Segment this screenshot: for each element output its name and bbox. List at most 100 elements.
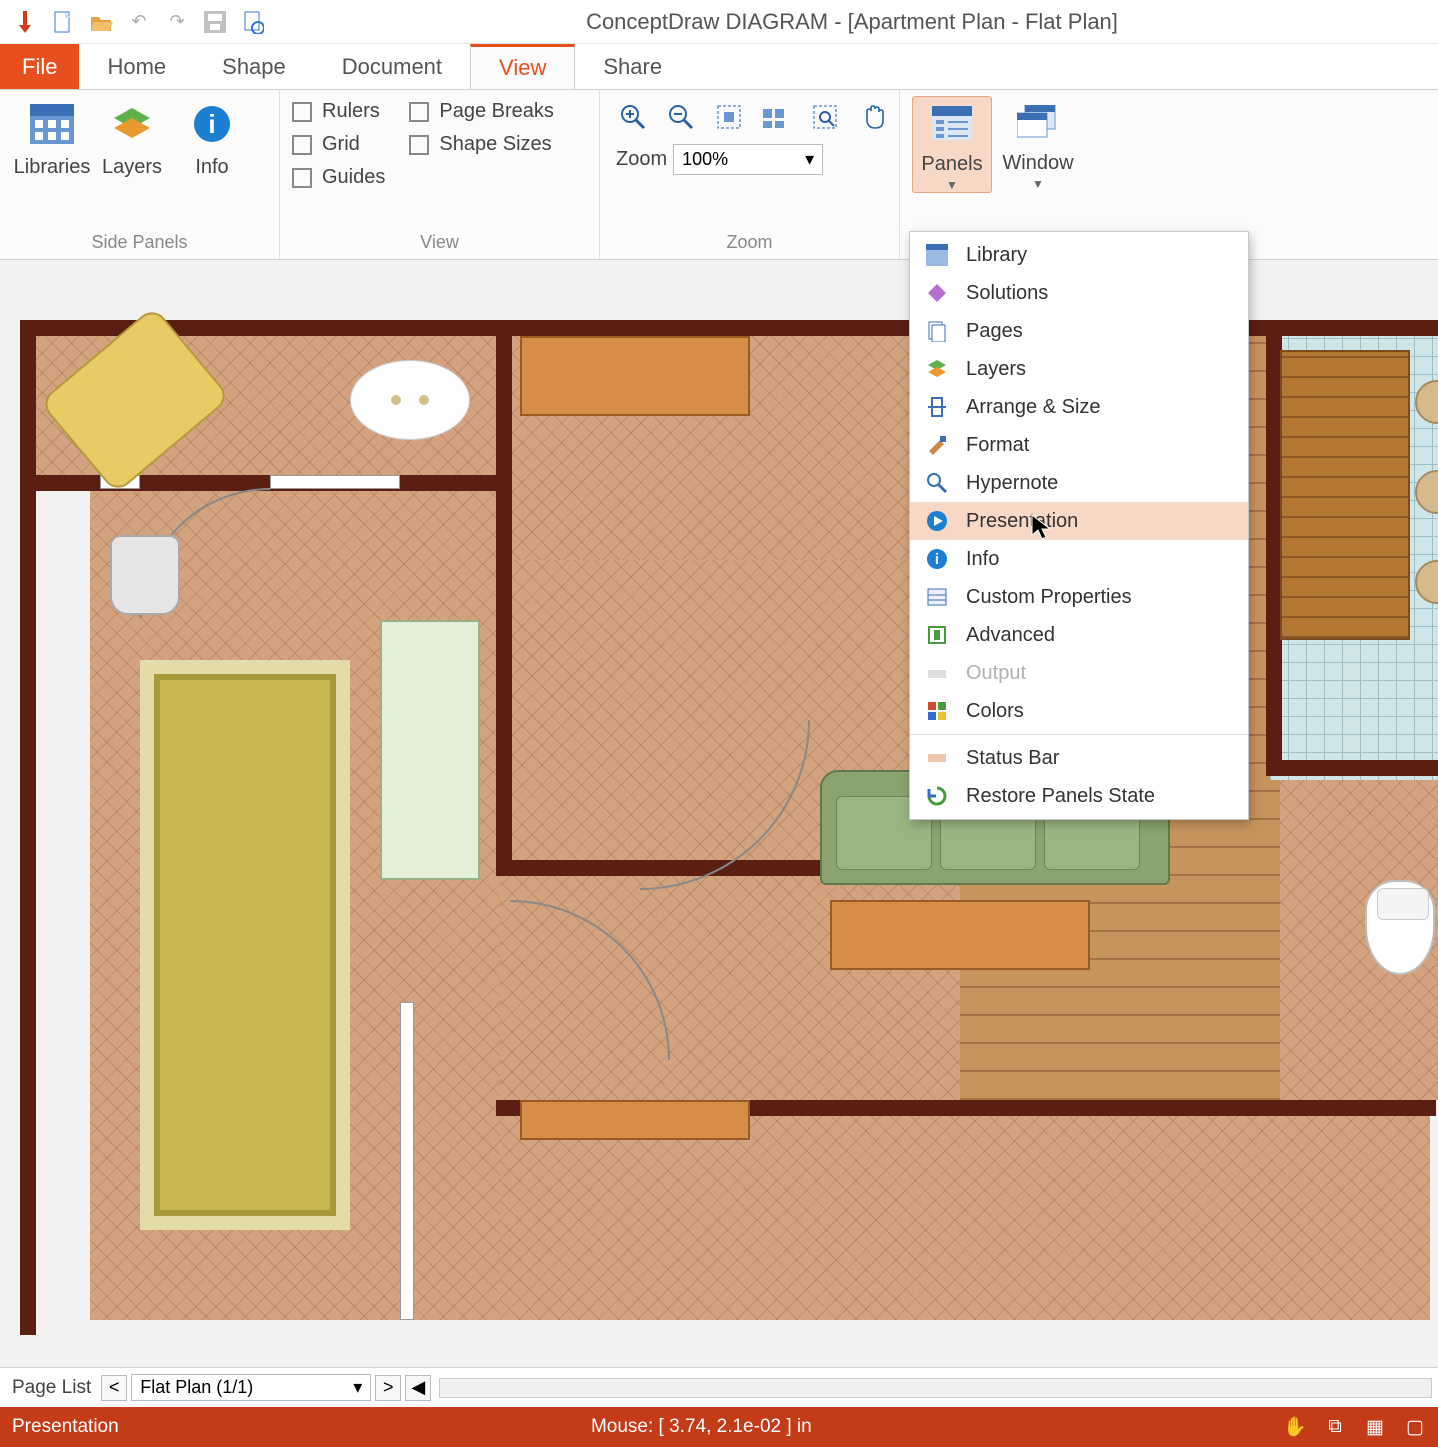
menu-item-colors[interactable]: Colors — [910, 692, 1248, 730]
window-button[interactable]: Window ▼ — [998, 96, 1078, 191]
zoom-value: 100% — [682, 149, 728, 170]
main-tabs: File Home Shape Document View Share — [0, 44, 1438, 90]
info-button[interactable]: i Info — [172, 96, 252, 179]
check-rulers[interactable]: Rulers — [292, 100, 385, 123]
menu-item-status-bar[interactable]: Status Bar — [910, 739, 1248, 777]
status-fit-icon[interactable]: ⧉ — [1322, 1414, 1348, 1440]
qa-app-icon[interactable] — [10, 7, 40, 37]
check-guides[interactable]: Guides — [292, 166, 385, 189]
tab-home[interactable]: Home — [79, 44, 194, 89]
menu-item-label: Custom Properties — [966, 586, 1132, 609]
status-mouse: Mouse: [ 3.74, 2.1e-02 ] in — [131, 1416, 1272, 1438]
group-label-side-panels: Side Panels — [12, 228, 267, 259]
page-list-bar: Page List < Flat Plan (1/1)▾ > ◀ — [0, 1367, 1438, 1407]
tab-file[interactable]: File — [0, 44, 79, 89]
zoom-in-icon[interactable] — [616, 100, 650, 134]
pan-hand-icon[interactable] — [856, 100, 890, 134]
menu-item-label: Colors — [966, 700, 1024, 723]
group-windows: Panels ▼ LibrarySolutionsPagesLayersArra… — [900, 90, 1090, 259]
page-prev-button[interactable]: < — [101, 1375, 127, 1401]
cabinet — [380, 620, 480, 880]
page-next-button[interactable]: > — [375, 1375, 401, 1401]
menu-item-label: Format — [966, 434, 1029, 457]
zoom-region-icon[interactable] — [808, 100, 842, 134]
grid-icon — [924, 242, 950, 268]
presentation-icon — [924, 508, 950, 534]
menu-item-layers[interactable]: Layers — [910, 350, 1248, 388]
qa-open-icon[interactable] — [86, 7, 116, 37]
tab-share[interactable]: Share — [575, 44, 690, 89]
menu-item-label: Info — [966, 548, 999, 571]
layers-icon — [108, 100, 156, 148]
fit-selection-icon[interactable] — [760, 100, 794, 134]
qa-save-icon[interactable] — [200, 7, 230, 37]
layers-icon — [924, 356, 950, 382]
qa-new-icon[interactable] — [48, 7, 78, 37]
menu-item-custom-properties[interactable]: Custom Properties — [910, 578, 1248, 616]
zoom-combo[interactable]: 100%▾ — [673, 144, 823, 175]
menu-item-info[interactable]: iInfo — [910, 540, 1248, 578]
tab-view[interactable]: View — [470, 44, 575, 89]
layers-label: Layers — [92, 156, 172, 179]
panels-button[interactable]: Panels ▼ LibrarySolutionsPagesLayersArra… — [912, 96, 992, 193]
hypernote-icon — [924, 470, 950, 496]
group-label-zoom: Zoom — [612, 228, 887, 259]
check-shape-sizes[interactable]: Shape Sizes — [409, 133, 554, 156]
chevron-down-icon: ▼ — [913, 178, 991, 192]
scroll-left-button[interactable]: ◀ — [405, 1375, 431, 1401]
menu-item-label: Library — [966, 244, 1027, 267]
window-label: Window — [998, 152, 1078, 175]
menu-item-hypernote[interactable]: Hypernote — [910, 464, 1248, 502]
page-combo-value: Flat Plan (1/1) — [140, 1377, 253, 1398]
layers-button[interactable]: Layers — [92, 96, 172, 179]
menu-item-output: Output — [910, 654, 1248, 692]
grid-label: Grid — [322, 133, 360, 156]
menu-item-advanced[interactable]: Advanced — [910, 616, 1248, 654]
qa-redo-icon[interactable]: ↷ — [162, 7, 192, 37]
menu-item-presentation[interactable]: Presentation — [910, 502, 1248, 540]
status-left: Presentation — [0, 1416, 131, 1438]
custom-icon — [924, 584, 950, 610]
panels-dropdown: Library Solutions Pages Layers Arrange & Siz… — [909, 231, 1249, 820]
status-select-icon[interactable]: ▦ — [1362, 1414, 1388, 1440]
menu-item-label: Pages — [966, 320, 1023, 343]
menu-item-format[interactable]: Format — [910, 426, 1248, 464]
qa-undo-icon[interactable]: ↶ — [124, 7, 154, 37]
zoom-out-icon[interactable] — [664, 100, 698, 134]
status-hand-icon[interactable]: ✋ — [1282, 1414, 1308, 1440]
h-scrollbar[interactable] — [439, 1378, 1432, 1398]
menu-item-label: Advanced — [966, 624, 1055, 647]
oval-table — [350, 360, 470, 440]
info-label: Info — [172, 156, 252, 179]
coffee-table — [830, 900, 1090, 970]
tab-document[interactable]: Document — [314, 44, 470, 89]
toilet — [1365, 880, 1435, 975]
menu-item-pages[interactable]: Pages — [910, 312, 1248, 350]
window-title: ConceptDraw DIAGRAM - [Apartment Plan - … — [272, 9, 1432, 35]
group-label-view: View — [292, 228, 587, 259]
menu-item-label: Arrange & Size — [966, 396, 1101, 419]
panels-icon — [930, 101, 974, 145]
status-expand-icon[interactable]: ▢ — [1402, 1414, 1428, 1440]
chevron-down-icon: ▾ — [353, 1377, 362, 1398]
check-grid[interactable]: Grid — [292, 133, 385, 156]
menu-item-arrange-size[interactable]: Arrange & Size — [910, 388, 1248, 426]
menu-item-library[interactable]: Library — [910, 236, 1248, 274]
check-page-breaks[interactable]: Page Breaks — [409, 100, 554, 123]
menu-item-label: Layers — [966, 358, 1026, 381]
arrange-icon — [924, 394, 950, 420]
menu-item-label: Solutions — [966, 282, 1048, 305]
format-icon — [924, 432, 950, 458]
quick-access-bar: ↶ ↷ ConceptDraw DIAGRAM - [Apartment Pla… — [0, 0, 1438, 44]
fit-page-icon[interactable] — [712, 100, 746, 134]
libraries-button[interactable]: Libraries — [12, 96, 92, 179]
output-icon — [924, 660, 950, 686]
colors-icon — [924, 698, 950, 724]
group-side-panels: Libraries Layers i Info Side Panels — [0, 90, 280, 259]
page-combo[interactable]: Flat Plan (1/1) ▾ — [131, 1374, 371, 1401]
qa-print-preview-icon[interactable] — [238, 7, 268, 37]
menu-item-solutions[interactable]: Solutions — [910, 274, 1248, 312]
tab-shape[interactable]: Shape — [194, 44, 314, 89]
svg-text:i: i — [208, 109, 215, 139]
menu-item-restore-panels-state[interactable]: Restore Panels State — [910, 777, 1248, 815]
